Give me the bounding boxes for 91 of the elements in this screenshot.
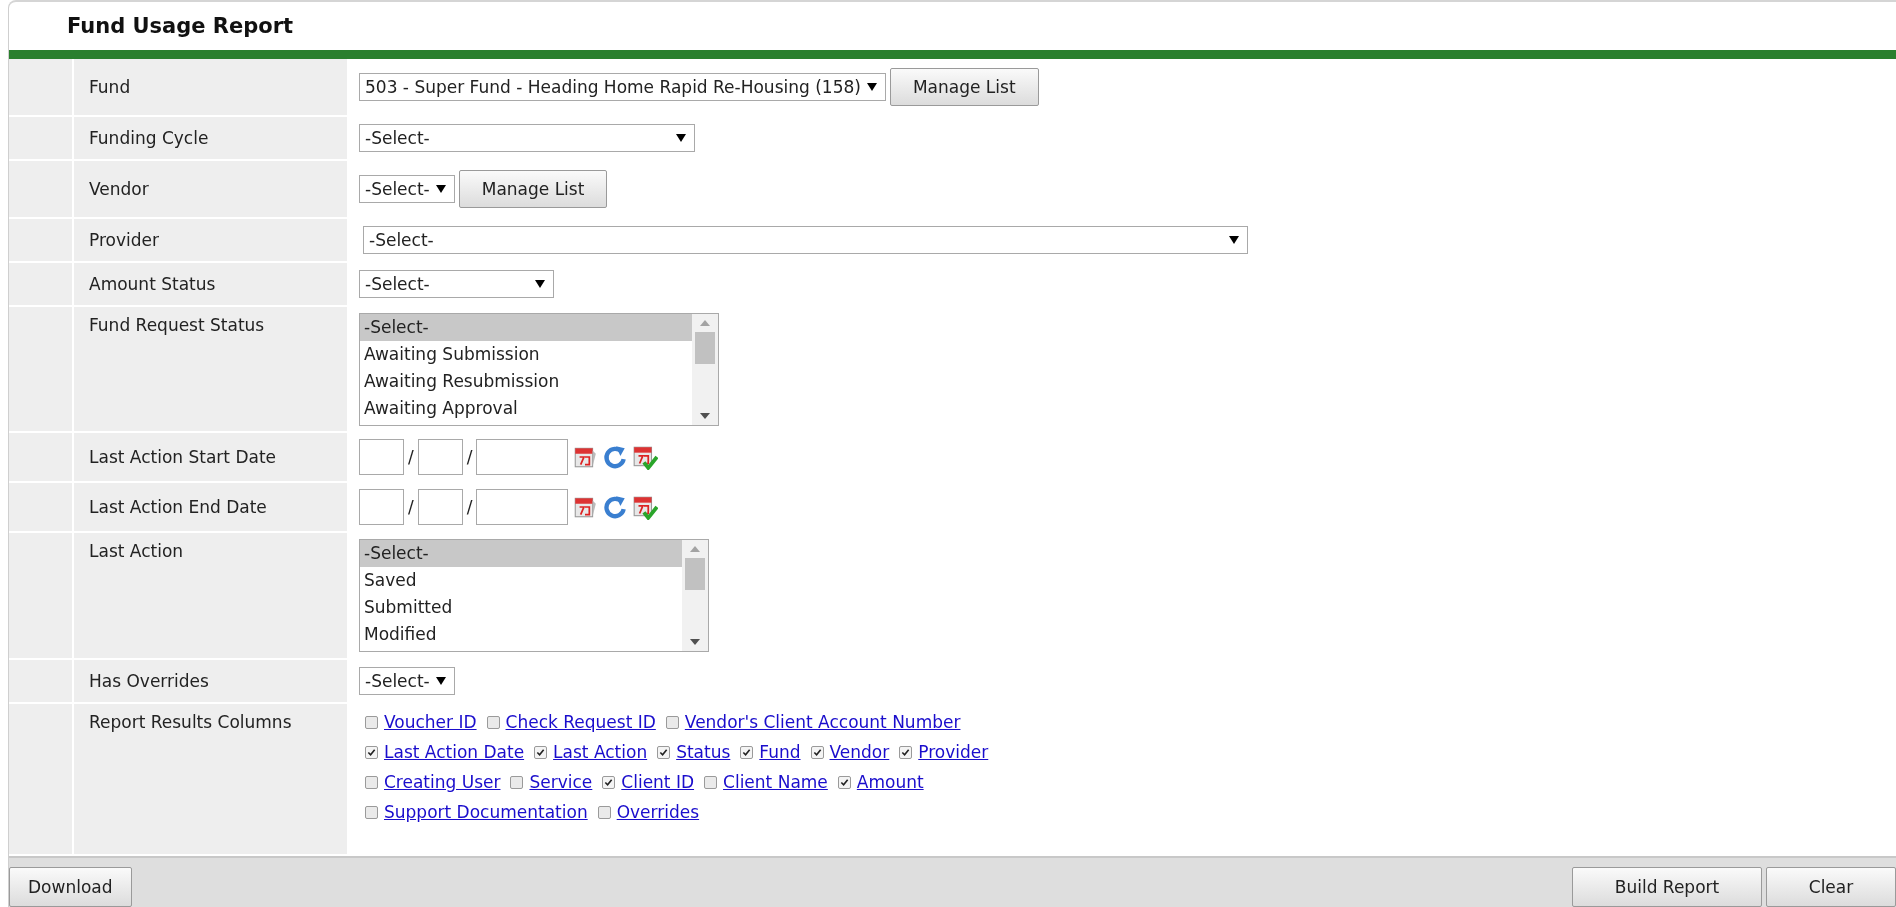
calendar-check-icon[interactable] <box>632 494 659 521</box>
day-field[interactable] <box>417 439 463 476</box>
build-report-button[interactable]: Build Report <box>1572 867 1762 907</box>
checkbox[interactable] <box>665 715 679 729</box>
scroll-thumb[interactable] <box>685 558 705 591</box>
day-field[interactable] <box>417 489 463 526</box>
field-label: Fund Request Status <box>74 307 347 432</box>
month-field[interactable] <box>359 439 404 476</box>
checkbox[interactable] <box>486 715 500 729</box>
column-link[interactable]: Voucher ID <box>384 712 477 733</box>
list-box[interactable]: -Select- Saved Submitted Modified <box>359 539 709 653</box>
field-label: Last Action <box>74 533 347 659</box>
scroll-down-icon[interactable] <box>690 639 700 646</box>
field-label: Provider <box>74 219 347 262</box>
field-label: Last Action End Date <box>74 483 347 532</box>
caret-icon <box>435 677 446 686</box>
checkbox[interactable] <box>365 745 378 759</box>
column-link[interactable]: Status <box>676 742 731 763</box>
list-option[interactable]: Awaiting Submission <box>360 340 692 368</box>
dropdown[interactable]: -Select- <box>359 124 695 153</box>
checkbox[interactable] <box>365 715 378 729</box>
field-label: Last Action Start Date <box>74 433 347 482</box>
dropdown[interactable]: -Select- <box>359 667 455 696</box>
date-separator: / <box>466 497 473 518</box>
caret-icon <box>866 83 877 92</box>
column-link[interactable]: Check Request ID <box>505 712 656 733</box>
caret-icon <box>535 280 545 289</box>
dropdown[interactable]: -Select- <box>359 175 455 204</box>
download-button[interactable]: Download <box>9 867 132 907</box>
checkbox[interactable] <box>810 745 824 759</box>
field-label: Vendor <box>74 161 347 218</box>
date-separator: / <box>466 447 473 468</box>
column-link[interactable]: Last Action Date <box>384 742 525 763</box>
dropdown[interactable]: -Select- <box>363 226 1248 255</box>
field-label: Amount Status <box>74 263 347 306</box>
month-field[interactable] <box>359 489 404 526</box>
list-option[interactable]: -Select- <box>360 540 682 568</box>
manage-list-button[interactable]: Manage List <box>458 170 608 209</box>
checkbox[interactable] <box>899 745 913 759</box>
list-option[interactable]: Awaiting Approval <box>360 394 692 422</box>
checkbox[interactable] <box>365 775 378 789</box>
column-link[interactable]: Service <box>529 772 593 793</box>
column-link[interactable]: Overrides <box>616 802 700 823</box>
report-title: Fund Usage Report <box>67 14 294 38</box>
dropdown[interactable]: 503 - Super Fund - Heading Home Rapid Re-Housing (158) <box>359 73 886 102</box>
checkbox[interactable] <box>534 745 548 759</box>
list-option[interactable]: Modified <box>360 621 682 649</box>
list-option[interactable]: Submitted <box>360 594 682 622</box>
caret-icon <box>435 185 446 194</box>
column-link[interactable]: Client Name <box>723 772 828 793</box>
scroll-thumb[interactable] <box>695 331 715 364</box>
year-field[interactable] <box>476 489 569 526</box>
list-box[interactable]: -Select- Awaiting Submission Awaiting Resubmission Awaiting Approval <box>359 312 719 426</box>
manage-list-button[interactable]: Manage List <box>889 68 1039 107</box>
checkbox[interactable] <box>657 745 671 759</box>
column-link[interactable]: Creating User <box>384 772 501 793</box>
scroll-up-icon[interactable] <box>700 319 710 326</box>
column-link[interactable]: Vendor's Client Account Number <box>684 712 961 733</box>
column-link[interactable]: Last Action <box>553 742 648 763</box>
field-label: Report Results Columns <box>74 704 347 855</box>
scrollbar[interactable] <box>682 540 708 652</box>
list-option[interactable]: -Select- <box>360 313 692 341</box>
date-separator: / <box>408 497 414 518</box>
dropdown[interactable]: -Select- <box>359 270 554 299</box>
scroll-down-icon[interactable] <box>700 412 710 419</box>
scroll-up-icon[interactable] <box>690 546 700 553</box>
column-link[interactable]: Client ID <box>621 772 695 793</box>
checkbox[interactable] <box>597 805 611 819</box>
checkbox[interactable] <box>365 805 378 819</box>
calendar-check-icon[interactable] <box>632 444 659 471</box>
checkbox[interactable] <box>602 775 616 789</box>
caret-icon <box>1229 236 1239 245</box>
checkbox[interactable] <box>510 775 524 789</box>
column-link[interactable]: Vendor <box>829 742 890 763</box>
column-link[interactable]: Fund <box>759 742 801 763</box>
field-label: Has Overrides <box>74 660 347 703</box>
field-label: Fund <box>74 59 347 116</box>
list-option[interactable]: Awaiting Resubmission <box>360 367 692 395</box>
column-link[interactable]: Amount <box>856 772 924 793</box>
field-label: Funding Cycle <box>74 117 347 160</box>
column-link[interactable]: Support Documentation <box>384 802 588 823</box>
clear-button[interactable]: Clear <box>1766 867 1896 907</box>
column-link[interactable]: Provider <box>918 742 989 763</box>
checkbox[interactable] <box>704 775 718 789</box>
scrollbar[interactable] <box>692 313 718 425</box>
year-field[interactable] <box>476 439 569 476</box>
checkbox[interactable] <box>837 775 851 789</box>
checkbox[interactable] <box>740 745 754 759</box>
date-separator: / <box>408 447 414 468</box>
caret-icon <box>676 134 686 143</box>
list-option[interactable]: Saved <box>360 567 682 595</box>
